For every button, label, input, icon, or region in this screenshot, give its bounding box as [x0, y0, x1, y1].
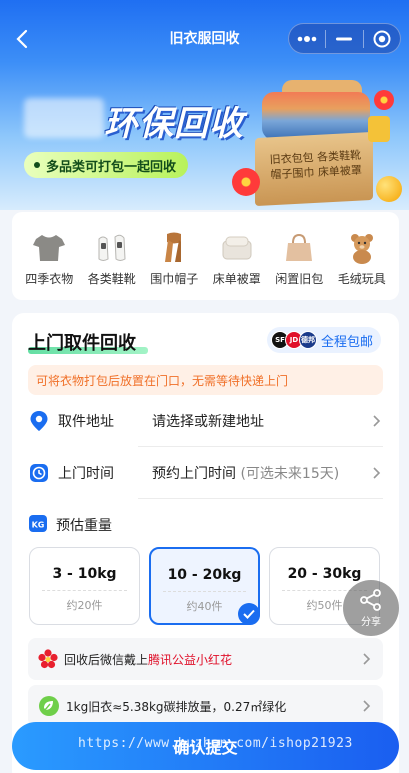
kg-weight-icon: KG — [28, 513, 48, 537]
category-item[interactable]: 毛绒玩具 — [332, 230, 392, 300]
pickup-card: 上门取件回收 SF JD 德邦 全程包邮 可将衣物打包后放置在门口，无需等待快递… — [12, 313, 399, 773]
share-button[interactable]: 分享 — [343, 580, 399, 636]
yellow-bag-illustration — [368, 116, 390, 142]
box-label: 旧衣包包 各类鞋靴 帽子围巾 床单被罩 — [269, 148, 363, 182]
pickup-title: 上门取件回收 — [28, 333, 136, 354]
chevron-right-icon — [363, 700, 371, 712]
chevron-right-icon — [373, 415, 381, 427]
tshirt-icon — [31, 230, 67, 266]
category-card: 四季衣物 各类鞋靴 围巾帽子 床单被罩 闲置旧包 毛绒玩具 — [12, 212, 399, 300]
time-label: 上门时间 — [58, 466, 114, 482]
charity-link: 腾讯公益小红花 — [148, 652, 233, 667]
shoes-icon — [94, 230, 130, 266]
target-circle-icon — [373, 30, 391, 47]
courier-badge: SF JD 德邦 全程包邮 — [266, 327, 381, 353]
tip-banner: 可将衣物打包后放置在门口，无需等待快递上门 — [28, 365, 383, 395]
weight-option-10-20kg[interactable]: 10 - 20kg 约40件 — [149, 547, 260, 625]
header-banner: 旧衣服回收 环保回收 多品类可打包一起回收 旧衣包包 各类鞋靴 帽子围巾 床单被… — [0, 0, 409, 210]
address-label: 取件地址 — [58, 414, 114, 430]
bag-icon — [281, 230, 317, 266]
weight-option-3-10kg[interactable]: 3 - 10kg 约20件 — [29, 547, 140, 625]
svg-text:KG: KG — [32, 521, 45, 530]
more-dots-icon — [297, 35, 317, 42]
teddy-bear-icon — [344, 230, 380, 266]
chevron-right-icon — [363, 653, 371, 665]
red-flower-icon — [374, 90, 394, 110]
minus-icon — [336, 37, 353, 40]
location-pin-icon — [28, 410, 50, 432]
bedding-icon — [219, 230, 255, 266]
address-row[interactable]: 取件地址 请选择或新建地址 — [28, 395, 383, 447]
time-hint: (可选未来15天) — [240, 466, 340, 482]
close-miniprogram-button[interactable] — [364, 24, 400, 53]
miniprogram-capsule — [288, 23, 401, 54]
minimize-button[interactable] — [326, 24, 362, 53]
navbar: 旧衣服回收 — [0, 20, 409, 58]
more-button[interactable] — [289, 24, 325, 53]
deppon-logo-icon: 德邦 — [298, 331, 317, 349]
hero-title: 环保回收 — [104, 104, 244, 144]
category-item[interactable]: 围巾帽子 — [144, 230, 204, 300]
scarf-icon — [156, 230, 192, 266]
clock-icon — [28, 462, 50, 484]
address-value: 请选择或新建地址 — [152, 414, 264, 430]
ball-illustration — [376, 176, 402, 202]
recycle-leaf-icon — [39, 696, 59, 716]
hero-tagline: 多品类可打包一起回收 — [24, 152, 189, 178]
red-flower-icon — [38, 649, 58, 669]
category-item[interactable]: 各类鞋靴 — [82, 230, 142, 300]
chevron-right-icon — [373, 467, 381, 479]
weight-section-label: KG 预估重量 — [28, 513, 112, 537]
free-shipping-text: 全程包邮 — [320, 334, 373, 350]
blurred-brand — [24, 98, 104, 138]
red-flower-info-row[interactable]: 回收后微信戴上腾讯公益小红花 — [28, 638, 383, 680]
category-item[interactable]: 四季衣物 — [19, 230, 79, 300]
time-row[interactable]: 上门时间 预约上门时间 (可选未来15天) — [28, 447, 383, 499]
time-value: 预约上门时间 (可选未来15天) — [152, 466, 340, 482]
category-item[interactable]: 床单被罩 — [207, 230, 267, 300]
check-icon — [238, 603, 260, 625]
carbon-info-row[interactable]: 1kg旧衣≈5.38kg碳排放量，0.27㎡绿化 — [28, 685, 383, 727]
red-flower-icon — [232, 168, 260, 196]
category-item[interactable]: 闲置旧包 — [269, 230, 329, 300]
watermark: https://www.huzhan.com/ishop21923 — [78, 736, 353, 751]
share-icon — [360, 588, 381, 611]
